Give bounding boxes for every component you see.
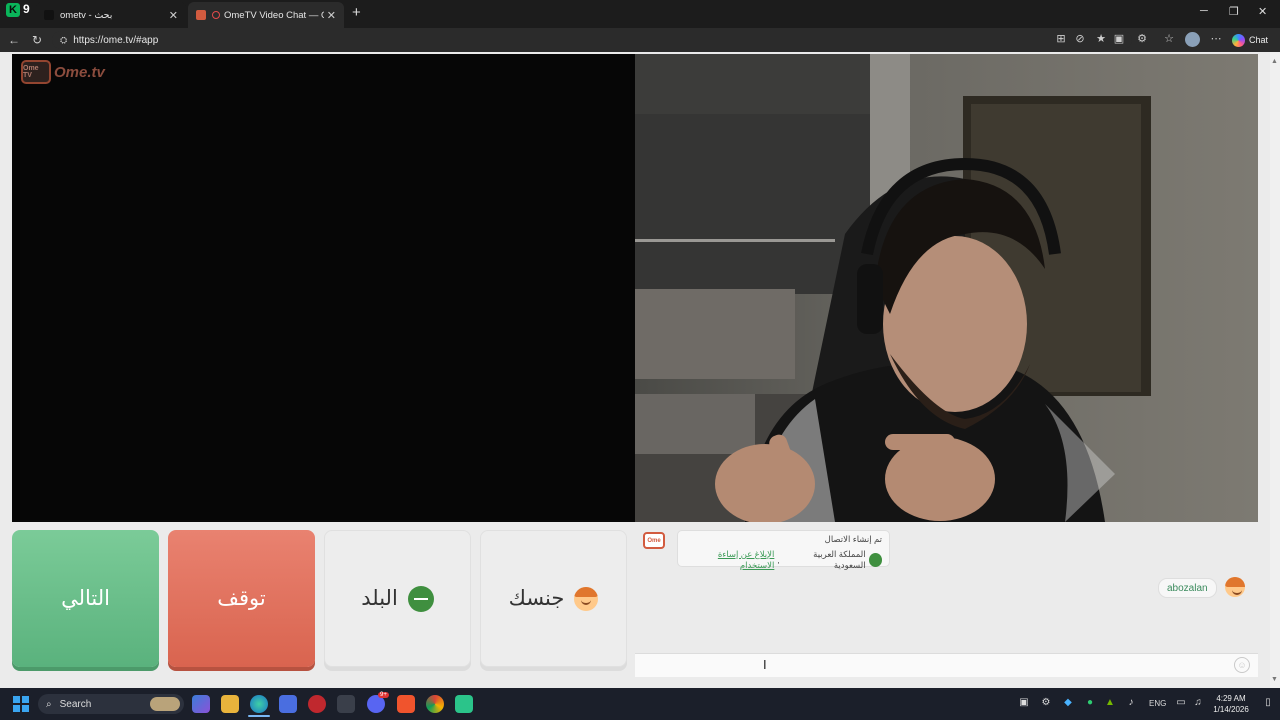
stop-button[interactable]: توقف [168,530,315,667]
stop-label: توقف [217,587,266,610]
tray-cloud-icon[interactable]: ◆ [1062,697,1074,709]
tab-favicon-icon [196,10,206,20]
launcher-count: 9 [23,2,30,16]
refresh-icon[interactable]: ↻ [32,33,42,47]
username-text: abozalan [1167,582,1208,594]
tracking-prevention-icon[interactable]: ⊘ [1074,33,1086,45]
new-tab-button[interactable]: + [352,5,361,20]
copilot-icon [1232,33,1245,47]
search-highlight-icon [150,697,180,711]
search-placeholder: Search [59,698,92,710]
tray-status-icon[interactable]: ● [1084,697,1096,709]
chat-input[interactable] [635,653,1258,677]
clock-time: 4:29 AM [1216,694,1246,703]
country-label: البلد [361,587,398,610]
notifications-icon[interactable]: ▯ [1262,697,1274,709]
stranger-country-text: المملكة العربية السعودية [813,549,866,570]
chrome-icon[interactable] [426,695,444,713]
record-app-icon[interactable] [308,695,326,713]
back-icon[interactable]: ← [8,33,20,47]
saudi-flag-icon [868,553,882,567]
windows-start-icon[interactable] [13,696,29,712]
camera-in-use-icon[interactable]: ▣ [1113,33,1125,45]
app-available-icon[interactable]: ⊞ [1055,33,1067,45]
android-app-icon[interactable] [455,695,473,713]
minimize-button[interactable]: ─ [1200,5,1208,17]
scrollbar[interactable] [1270,52,1280,688]
country-button[interactable]: البلد [324,530,471,667]
emoji-icon[interactable]: ☺ [1234,657,1250,673]
url-text[interactable]: https://ome.tv/#app [73,35,158,46]
scroll-up-icon[interactable]: ▲ [1271,58,1278,65]
restore-button[interactable]: ❐ [1229,5,1239,18]
favorites-icon[interactable]: ☆ [1163,33,1175,45]
gender-button[interactable]: جنسك [480,530,627,667]
ometv-logo: Ome TV Ome.tv [21,60,105,84]
taskbar-search[interactable]: ⌕ Search [38,694,184,714]
address-bar[interactable]: ⛭ https://ome.tv/#app [52,31,1132,49]
ometv-logo-text: Ome.tv [54,63,105,81]
report-abuse-link[interactable]: الإبلاغ عن إساءة الاستخدام [685,549,775,571]
chat-message-user: abozalan [1158,578,1217,598]
scroll-down-icon[interactable]: ▼ [1271,676,1278,683]
profile-avatar[interactable] [1185,32,1200,47]
more-menu-icon[interactable]: ⋯ [1210,33,1222,45]
tray-app-icon[interactable]: ▣ [1018,697,1030,709]
clock-date: 1/14/2026 [1213,705,1249,714]
language-indicator[interactable]: ENG [1149,699,1166,708]
tab-title: ometv - بحث [60,9,113,21]
volume-icon[interactable]: ♫ [1192,697,1204,709]
close-window-button[interactable]: ✕ [1258,5,1267,18]
stranger-video [12,54,635,522]
site-info-icon[interactable]: ⛭ [60,35,67,46]
recording-indicator-icon [212,11,220,19]
store-icon[interactable] [279,695,297,713]
tab-close-icon[interactable]: ✕ [327,9,336,22]
ometv-logo-badge: Ome TV [21,60,51,84]
tab-ometv-chat[interactable]: OmeTV Video Chat — Omegle ✕ [188,2,344,28]
active-app-indicator [248,715,270,717]
system-clock[interactable]: 4:29 AM 1/14/2026 [1210,693,1252,715]
tab-ometv-search[interactable]: ometv - بحث ✕ [36,2,186,28]
webcam-scene [635,54,1258,522]
ometv-system-icon: Ome [643,532,665,549]
saudi-flag-icon [407,585,434,612]
microphone-icon[interactable]: ♪ [1125,697,1137,709]
launcher-icon[interactable]: K [6,3,20,17]
tray-settings-icon[interactable]: ⚙ [1040,697,1052,709]
gender-label: جنسك [508,587,565,610]
widgets-icon[interactable] [192,695,210,713]
nvidia-icon[interactable]: ▲ [1104,697,1116,709]
copilot-chat-button[interactable]: Chat [1232,31,1268,49]
settings-app-icon[interactable] [337,695,355,713]
connection-established-text: تم إنشاء الاتصال [824,534,882,544]
tab-title: OmeTV Video Chat — Omegle [224,9,324,21]
boy-avatar-icon [574,586,599,611]
system-message: تم إنشاء الاتصال المملكة العربية السعودي… [677,530,890,570]
extensions-icon[interactable]: ⚙ [1136,33,1148,45]
next-button[interactable]: التالي [12,530,159,667]
next-label: التالي [61,587,110,610]
edge-browser-icon[interactable] [250,695,268,713]
favorite-star-icon[interactable]: ★ [1095,33,1107,45]
file-explorer-icon[interactable] [221,695,239,713]
network-icon[interactable]: ▭ [1175,697,1187,709]
tab-close-icon[interactable]: ✕ [169,9,178,22]
search-icon: ⌕ [46,698,52,710]
discord-badge: 9+ [378,692,389,698]
self-video [635,54,1258,522]
user-avatar-icon [1225,577,1245,597]
tab-favicon-icon [44,10,54,20]
text-cursor-icon: I [763,657,767,672]
brave-browser-icon[interactable] [397,695,415,713]
chat-label: Chat [1249,35,1269,45]
